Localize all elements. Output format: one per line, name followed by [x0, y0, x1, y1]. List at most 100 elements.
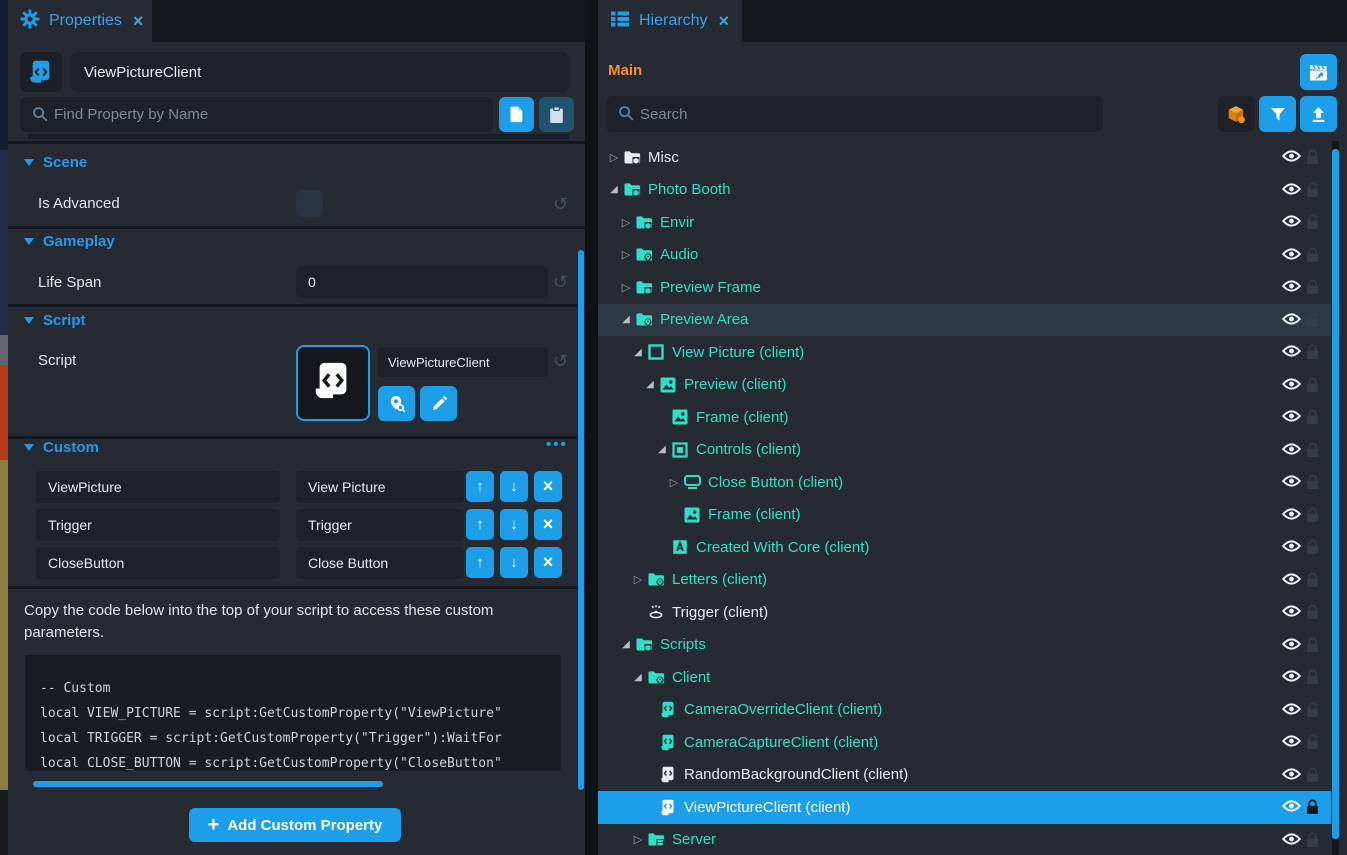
lock-icon[interactable]: [1306, 604, 1322, 625]
find-property-input[interactable]: [20, 97, 493, 132]
hierarchy-vscrollbar-thumb[interactable]: [1332, 149, 1339, 839]
life-span-input[interactable]: [296, 266, 548, 298]
object-name-field[interactable]: [70, 52, 569, 92]
lock-icon[interactable]: [1306, 214, 1322, 235]
tree-row[interactable]: ◢Preview Area: [598, 304, 1331, 337]
custom-prop-name[interactable]: Trigger: [36, 509, 280, 541]
expand-arrow-icon[interactable]: ▷: [630, 573, 646, 586]
move-up-button[interactable]: ↑: [466, 509, 494, 540]
lock-icon[interactable]: [1306, 637, 1322, 658]
tree-row[interactable]: ▷Audio: [598, 239, 1331, 272]
cinematic-button[interactable]: [1300, 54, 1337, 90]
lock-icon[interactable]: [1306, 539, 1322, 560]
script-name-field[interactable]: [378, 347, 548, 377]
script-asset-slot[interactable]: [296, 345, 370, 421]
collapse-arrow-icon[interactable]: ◢: [618, 314, 634, 325]
delete-button[interactable]: ×: [534, 471, 562, 502]
tree-row[interactable]: Trigger (client): [598, 596, 1331, 629]
visibility-eye-icon[interactable]: [1282, 604, 1302, 623]
delete-button[interactable]: ×: [534, 509, 562, 540]
tree-row[interactable]: ◢Photo Booth: [598, 174, 1331, 207]
lock-icon[interactable]: [1306, 572, 1322, 593]
properties-vscrollbar-thumb[interactable]: [578, 250, 584, 790]
custom-prop-name[interactable]: CloseButton: [36, 547, 280, 579]
visibility-eye-icon[interactable]: [1282, 474, 1302, 493]
expand-arrow-icon[interactable]: ▷: [606, 151, 622, 164]
collapse-arrow-icon[interactable]: ◢: [642, 379, 658, 390]
reset-icon[interactable]: ↺: [553, 273, 568, 291]
custom-prop-value[interactable]: Trigger: [296, 509, 464, 541]
tree-row[interactable]: ▷Misc: [598, 141, 1331, 174]
hierarchy-vscrollbar-track[interactable]: [1332, 141, 1339, 855]
collapse-arrow-icon[interactable]: ◢: [618, 639, 634, 650]
lock-icon[interactable]: [1306, 149, 1322, 170]
tree-row[interactable]: CameraCaptureClient (client): [598, 726, 1331, 759]
move-down-button[interactable]: ↓: [500, 471, 528, 502]
custom-prop-name[interactable]: ViewPicture: [36, 471, 280, 503]
code-hscrollbar-track[interactable]: [33, 781, 568, 787]
tree-row[interactable]: RandomBackgroundClient (client): [598, 759, 1331, 792]
collapse-arrow-icon[interactable]: ◢: [606, 184, 622, 195]
hierarchy-search-input[interactable]: [606, 96, 1103, 132]
add-custom-property-button[interactable]: + Add Custom Property: [189, 808, 401, 842]
lock-icon[interactable]: [1306, 734, 1322, 755]
expand-arrow-icon[interactable]: ▷: [666, 476, 682, 489]
move-up-button[interactable]: ↑: [466, 547, 494, 578]
tree-row[interactable]: ◢Client: [598, 661, 1331, 694]
lock-icon[interactable]: [1306, 767, 1322, 788]
visibility-eye-icon[interactable]: [1282, 312, 1302, 331]
tree-row[interactable]: ▷Letters (client): [598, 564, 1331, 597]
custom-prop-value[interactable]: View Picture: [296, 471, 464, 503]
expand-arrow-icon[interactable]: ▷: [630, 833, 646, 846]
tree-row[interactable]: Created With Core (client): [598, 531, 1331, 564]
expand-arrow-icon[interactable]: ▷: [618, 248, 634, 261]
move-up-button[interactable]: ↑: [466, 471, 494, 502]
expand-arrow-icon[interactable]: ▷: [618, 281, 634, 294]
tree-row[interactable]: CameraOverrideClient (client): [598, 694, 1331, 727]
lock-icon[interactable]: [1306, 702, 1322, 723]
tree-row[interactable]: Frame (client): [598, 401, 1331, 434]
lock-icon[interactable]: [1306, 279, 1322, 300]
reset-icon[interactable]: ↺: [553, 195, 568, 213]
close-icon[interactable]: ×: [718, 11, 729, 32]
template-toggle-button[interactable]: [1218, 96, 1255, 132]
tree-row[interactable]: ◢Preview (client): [598, 369, 1331, 402]
visibility-eye-icon[interactable]: [1282, 442, 1302, 461]
filter-button[interactable]: [1259, 96, 1296, 132]
publish-button[interactable]: [1300, 96, 1337, 132]
collapse-arrow-icon[interactable]: ◢: [630, 347, 646, 358]
more-options-icon[interactable]: •••: [546, 436, 568, 453]
tree-row[interactable]: ▷Server: [598, 824, 1331, 855]
lock-icon[interactable]: [1306, 474, 1322, 495]
visibility-eye-icon[interactable]: [1282, 344, 1302, 363]
lock-icon[interactable]: [1306, 409, 1322, 430]
custom-code-block[interactable]: -- Custom local VIEW_PICTURE = script:Ge…: [25, 655, 561, 771]
lock-icon[interactable]: [1306, 344, 1322, 365]
visibility-eye-icon[interactable]: [1282, 377, 1302, 396]
lock-icon[interactable]: [1306, 247, 1322, 268]
visibility-eye-icon[interactable]: [1282, 637, 1302, 656]
visibility-eye-icon[interactable]: [1282, 149, 1302, 168]
section-scene[interactable]: Scene: [24, 154, 87, 171]
find-script-button[interactable]: [378, 386, 415, 421]
visibility-eye-icon[interactable]: [1282, 247, 1302, 266]
tree-row[interactable]: ▷Preview Frame: [598, 271, 1331, 304]
lock-icon[interactable]: [1306, 182, 1322, 203]
tab-hierarchy[interactable]: Hierarchy ×: [598, 0, 742, 42]
lock-icon[interactable]: [1306, 312, 1322, 333]
visibility-eye-icon[interactable]: [1282, 279, 1302, 298]
close-icon[interactable]: ×: [133, 11, 144, 32]
section-script[interactable]: Script: [24, 312, 86, 329]
move-down-button[interactable]: ↓: [500, 509, 528, 540]
lock-icon[interactable]: [1306, 669, 1322, 690]
visibility-eye-icon[interactable]: [1282, 539, 1302, 558]
visibility-eye-icon[interactable]: [1282, 507, 1302, 526]
expand-arrow-icon[interactable]: ▷: [618, 216, 634, 229]
is-advanced-checkbox[interactable]: [296, 190, 323, 217]
visibility-eye-icon[interactable]: [1282, 702, 1302, 721]
lock-icon[interactable]: [1306, 377, 1322, 398]
visibility-eye-icon[interactable]: [1282, 572, 1302, 591]
tree-row[interactable]: ◢View Picture (client): [598, 336, 1331, 369]
visibility-eye-icon[interactable]: [1282, 767, 1302, 786]
lock-icon[interactable]: [1306, 799, 1322, 820]
